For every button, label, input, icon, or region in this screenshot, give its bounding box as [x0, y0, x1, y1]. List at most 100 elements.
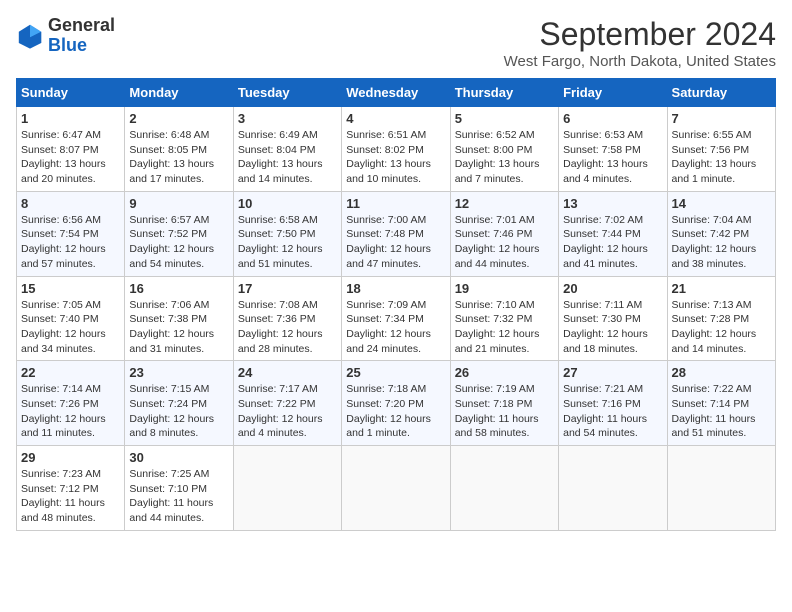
calendar-cell: 21 Sunrise: 7:13 AM Sunset: 7:28 PM Dayl…: [667, 276, 775, 361]
day-info: Sunrise: 7:13 AM Sunset: 7:28 PM Dayligh…: [672, 298, 771, 357]
calendar-cell: 27 Sunrise: 7:21 AM Sunset: 7:16 PM Dayl…: [559, 361, 667, 446]
day-info: Sunrise: 7:19 AM Sunset: 7:18 PM Dayligh…: [455, 382, 554, 441]
day-number: 25: [346, 365, 445, 380]
day-info: Sunrise: 7:25 AM Sunset: 7:10 PM Dayligh…: [129, 467, 228, 526]
day-info: Sunrise: 7:21 AM Sunset: 7:16 PM Dayligh…: [563, 382, 662, 441]
day-info: Sunrise: 7:09 AM Sunset: 7:34 PM Dayligh…: [346, 298, 445, 357]
day-info: Sunrise: 7:04 AM Sunset: 7:42 PM Dayligh…: [672, 213, 771, 272]
day-number: 5: [455, 111, 554, 126]
title-area: September 2024 West Fargo, North Dakota,…: [504, 16, 776, 70]
header-row: Sunday Monday Tuesday Wednesday Thursday…: [17, 79, 776, 107]
day-number: 27: [563, 365, 662, 380]
week-row: 1 Sunrise: 6:47 AM Sunset: 8:07 PM Dayli…: [17, 107, 776, 192]
day-number: 21: [672, 281, 771, 296]
page-header: General Blue September 2024 West Fargo, …: [16, 16, 776, 70]
day-info: Sunrise: 6:56 AM Sunset: 7:54 PM Dayligh…: [21, 213, 120, 272]
day-number: 23: [129, 365, 228, 380]
day-info: Sunrise: 6:53 AM Sunset: 7:58 PM Dayligh…: [563, 128, 662, 187]
day-number: 24: [238, 365, 337, 380]
day-number: 13: [563, 196, 662, 211]
calendar-cell: 19 Sunrise: 7:10 AM Sunset: 7:32 PM Dayl…: [450, 276, 558, 361]
calendar-cell: 22 Sunrise: 7:14 AM Sunset: 7:26 PM Dayl…: [17, 361, 125, 446]
month-title: September 2024: [504, 16, 776, 53]
day-number: 10: [238, 196, 337, 211]
day-info: Sunrise: 7:01 AM Sunset: 7:46 PM Dayligh…: [455, 213, 554, 272]
day-number: 17: [238, 281, 337, 296]
calendar-cell: 28 Sunrise: 7:22 AM Sunset: 7:14 PM Dayl…: [667, 361, 775, 446]
day-number: 20: [563, 281, 662, 296]
day-info: Sunrise: 6:58 AM Sunset: 7:50 PM Dayligh…: [238, 213, 337, 272]
location-subtitle: West Fargo, North Dakota, United States: [504, 53, 776, 70]
calendar-cell: 11 Sunrise: 7:00 AM Sunset: 7:48 PM Dayl…: [342, 191, 450, 276]
day-info: Sunrise: 7:06 AM Sunset: 7:38 PM Dayligh…: [129, 298, 228, 357]
day-info: Sunrise: 7:02 AM Sunset: 7:44 PM Dayligh…: [563, 213, 662, 272]
calendar-cell: 18 Sunrise: 7:09 AM Sunset: 7:34 PM Dayl…: [342, 276, 450, 361]
calendar-cell: [450, 446, 558, 531]
calendar-cell: 30 Sunrise: 7:25 AM Sunset: 7:10 PM Dayl…: [125, 446, 233, 531]
day-info: Sunrise: 7:08 AM Sunset: 7:36 PM Dayligh…: [238, 298, 337, 357]
day-info: Sunrise: 6:55 AM Sunset: 7:56 PM Dayligh…: [672, 128, 771, 187]
col-monday: Monday: [125, 79, 233, 107]
calendar-cell: 16 Sunrise: 7:06 AM Sunset: 7:38 PM Dayl…: [125, 276, 233, 361]
day-info: Sunrise: 7:11 AM Sunset: 7:30 PM Dayligh…: [563, 298, 662, 357]
logo: General Blue: [16, 16, 115, 56]
day-number: 29: [21, 450, 120, 465]
day-number: 15: [21, 281, 120, 296]
calendar-cell: 8 Sunrise: 6:56 AM Sunset: 7:54 PM Dayli…: [17, 191, 125, 276]
calendar-cell: 5 Sunrise: 6:52 AM Sunset: 8:00 PM Dayli…: [450, 107, 558, 192]
calendar-cell: 1 Sunrise: 6:47 AM Sunset: 8:07 PM Dayli…: [17, 107, 125, 192]
week-row: 8 Sunrise: 6:56 AM Sunset: 7:54 PM Dayli…: [17, 191, 776, 276]
day-number: 9: [129, 196, 228, 211]
calendar-table: Sunday Monday Tuesday Wednesday Thursday…: [16, 78, 776, 531]
calendar-cell: 7 Sunrise: 6:55 AM Sunset: 7:56 PM Dayli…: [667, 107, 775, 192]
calendar-cell: [342, 446, 450, 531]
calendar-body: 1 Sunrise: 6:47 AM Sunset: 8:07 PM Dayli…: [17, 107, 776, 531]
col-saturday: Saturday: [667, 79, 775, 107]
day-info: Sunrise: 7:10 AM Sunset: 7:32 PM Dayligh…: [455, 298, 554, 357]
calendar-cell: 10 Sunrise: 6:58 AM Sunset: 7:50 PM Dayl…: [233, 191, 341, 276]
day-number: 6: [563, 111, 662, 126]
col-wednesday: Wednesday: [342, 79, 450, 107]
day-info: Sunrise: 6:51 AM Sunset: 8:02 PM Dayligh…: [346, 128, 445, 187]
day-number: 8: [21, 196, 120, 211]
day-info: Sunrise: 7:00 AM Sunset: 7:48 PM Dayligh…: [346, 213, 445, 272]
day-info: Sunrise: 6:47 AM Sunset: 8:07 PM Dayligh…: [21, 128, 120, 187]
col-friday: Friday: [559, 79, 667, 107]
calendar-cell: 15 Sunrise: 7:05 AM Sunset: 7:40 PM Dayl…: [17, 276, 125, 361]
day-info: Sunrise: 7:17 AM Sunset: 7:22 PM Dayligh…: [238, 382, 337, 441]
day-info: Sunrise: 7:23 AM Sunset: 7:12 PM Dayligh…: [21, 467, 120, 526]
week-row: 15 Sunrise: 7:05 AM Sunset: 7:40 PM Dayl…: [17, 276, 776, 361]
day-info: Sunrise: 6:57 AM Sunset: 7:52 PM Dayligh…: [129, 213, 228, 272]
day-number: 12: [455, 196, 554, 211]
calendar-cell: [667, 446, 775, 531]
calendar-cell: 13 Sunrise: 7:02 AM Sunset: 7:44 PM Dayl…: [559, 191, 667, 276]
calendar-cell: 29 Sunrise: 7:23 AM Sunset: 7:12 PM Dayl…: [17, 446, 125, 531]
calendar-cell: 14 Sunrise: 7:04 AM Sunset: 7:42 PM Dayl…: [667, 191, 775, 276]
logo-icon: [16, 22, 44, 50]
day-number: 18: [346, 281, 445, 296]
day-info: Sunrise: 6:48 AM Sunset: 8:05 PM Dayligh…: [129, 128, 228, 187]
day-info: Sunrise: 6:52 AM Sunset: 8:00 PM Dayligh…: [455, 128, 554, 187]
day-number: 4: [346, 111, 445, 126]
day-number: 26: [455, 365, 554, 380]
calendar-cell: 12 Sunrise: 7:01 AM Sunset: 7:46 PM Dayl…: [450, 191, 558, 276]
day-info: Sunrise: 7:15 AM Sunset: 7:24 PM Dayligh…: [129, 382, 228, 441]
calendar-cell: 23 Sunrise: 7:15 AM Sunset: 7:24 PM Dayl…: [125, 361, 233, 446]
calendar-cell: 3 Sunrise: 6:49 AM Sunset: 8:04 PM Dayli…: [233, 107, 341, 192]
calendar-cell: 4 Sunrise: 6:51 AM Sunset: 8:02 PM Dayli…: [342, 107, 450, 192]
day-number: 16: [129, 281, 228, 296]
day-number: 11: [346, 196, 445, 211]
col-tuesday: Tuesday: [233, 79, 341, 107]
calendar-cell: [559, 446, 667, 531]
calendar-cell: 2 Sunrise: 6:48 AM Sunset: 8:05 PM Dayli…: [125, 107, 233, 192]
day-number: 2: [129, 111, 228, 126]
calendar-cell: 20 Sunrise: 7:11 AM Sunset: 7:30 PM Dayl…: [559, 276, 667, 361]
calendar-cell: 24 Sunrise: 7:17 AM Sunset: 7:22 PM Dayl…: [233, 361, 341, 446]
col-sunday: Sunday: [17, 79, 125, 107]
day-number: 19: [455, 281, 554, 296]
calendar-cell: [233, 446, 341, 531]
day-info: Sunrise: 7:18 AM Sunset: 7:20 PM Dayligh…: [346, 382, 445, 441]
logo-text: General Blue: [48, 16, 115, 56]
calendar-cell: 9 Sunrise: 6:57 AM Sunset: 7:52 PM Dayli…: [125, 191, 233, 276]
day-number: 28: [672, 365, 771, 380]
